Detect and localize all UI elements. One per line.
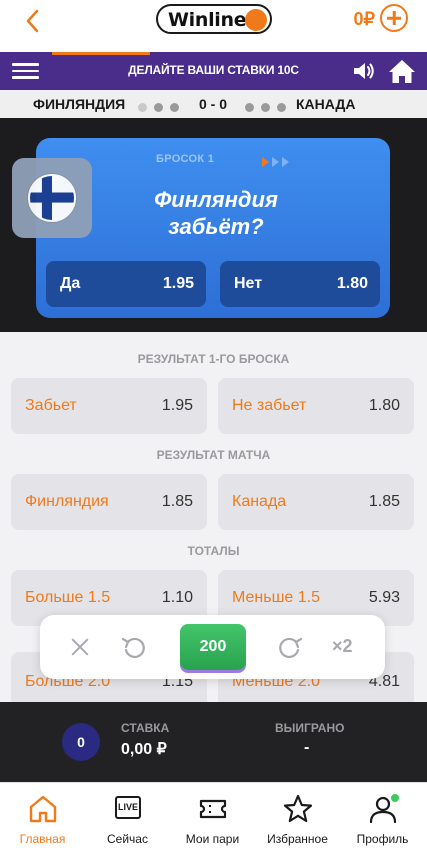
home-icon (29, 795, 57, 823)
section-title-match-result: РЕЗУЛЬТАТ МАТЧА (156, 448, 271, 462)
logo-dot (245, 9, 267, 31)
winline-logo: Winline (156, 4, 272, 34)
market-odd: 1.80 (368, 397, 400, 414)
tab-favorites[interactable]: Избранное (255, 783, 340, 848)
shots-indicator-right (245, 99, 293, 117)
bet-yes-button[interactable]: Да 1.95 (46, 261, 206, 307)
scoreboard: ФИНЛЯНДИЯ 0 - 0 КАНАДА (0, 90, 427, 118)
team-flag-box (12, 158, 92, 238)
star-icon (283, 794, 313, 823)
deposit-plus-button[interactable] (380, 4, 408, 32)
market-odd: 5.93 (368, 589, 400, 606)
bottom-tab-bar: Главная LIVE Сейчас Мои пари Избранное П… (0, 782, 427, 848)
bet-no-button[interactable]: Нет 1.80 (220, 261, 380, 307)
tab-label: Главная (19, 832, 66, 846)
finland-flag-icon (28, 174, 76, 222)
double-stake-button[interactable]: ×2 (332, 636, 353, 657)
team-right-name: КАНАДА (296, 96, 356, 112)
live-badge: LIVE (115, 796, 141, 819)
market-odd: 1.85 (161, 493, 193, 510)
clear-icon[interactable] (70, 637, 90, 657)
market-odd: 1.10 (161, 589, 193, 606)
undo-icon[interactable] (120, 633, 148, 661)
market-name: Меньше 1.5 (232, 589, 320, 606)
stake-control-panel: 200 ×2 (40, 615, 385, 679)
shot-label: БРОСОК 1 (156, 153, 215, 165)
shot-progress-arrows (262, 154, 292, 172)
promo-strip: ДЕЛАЙТЕ ВАШИ СТАВКИ 10С (0, 52, 427, 90)
top-bar: Winline 0₽ (0, 0, 427, 52)
tab-live[interactable]: LIVE Сейчас (85, 783, 170, 848)
redo-icon[interactable] (276, 633, 304, 661)
bet-no-label: Нет (234, 275, 263, 292)
progress-accent (52, 52, 150, 55)
market-name: Забьет (25, 397, 77, 414)
market-result-canada[interactable]: Канада 1.85 (218, 474, 414, 530)
won-label: ВЫИГРАНО (275, 721, 345, 735)
bet-count-badge: 0 (62, 723, 100, 761)
stake-info-bar: 0 СТАВКА 0,00 ₽ ВЫИГРАНО - (0, 702, 427, 782)
tab-profile[interactable]: Профиль (340, 783, 425, 848)
live-icon: LIVE (112, 793, 144, 825)
app-screen: Winline 0₽ ДЕЛАЙТЕ ВАШИ СТАВКИ 10С ФИНЛЯ… (0, 0, 427, 848)
tab-label: Профиль (356, 832, 409, 846)
stake-value: 0,00 ₽ (121, 741, 167, 758)
market-first-shot-no-score[interactable]: Не забьет 1.80 (218, 378, 414, 434)
market-result-finland[interactable]: Финляндия 1.85 (11, 474, 207, 530)
stake-chip-value: 200 (199, 638, 227, 655)
balance[interactable]: 0₽ (354, 9, 375, 30)
won-value: - (304, 739, 310, 756)
market-name: Больше 1.5 (25, 589, 111, 606)
tab-my-bets[interactable]: Мои пари (170, 783, 255, 848)
shot-question: Финляндия забьёт? (154, 187, 278, 239)
tab-home[interactable]: Главная (0, 783, 85, 848)
home-icon[interactable] (388, 57, 416, 85)
bet-yes-odd: 1.95 (162, 275, 194, 292)
team-left-name: ФИНЛЯНДИЯ (33, 96, 126, 112)
tab-label: Избранное (267, 832, 328, 846)
ticket-icon (199, 799, 227, 819)
game-area: БРОСОК 1 Финляндия забьёт? Да 1.95 Нет 1… (0, 118, 427, 332)
section-title-first-shot: РЕЗУЛЬТАТ 1-ГО БРОСКА (137, 352, 290, 366)
stake-label: СТАВКА (121, 721, 170, 735)
tab-label: Сейчас (107, 832, 148, 846)
shots-indicator-left (138, 99, 186, 117)
match-score: 0 - 0 (198, 96, 227, 112)
section-title-totals: ТОТАЛЫ (187, 544, 240, 558)
market-odd: 1.95 (161, 397, 193, 414)
market-name: Финляндия (25, 493, 109, 510)
sound-icon[interactable] (352, 60, 376, 82)
market-name: Не забьет (232, 397, 307, 414)
stake-chip[interactable]: 200 (180, 624, 246, 670)
market-name: Канада (232, 493, 287, 510)
profile-icon (369, 794, 399, 824)
logo-text: Winline (168, 9, 247, 31)
market-first-shot-score[interactable]: Забьет 1.95 (11, 378, 207, 434)
bet-no-odd: 1.80 (336, 275, 368, 292)
back-arrow-icon[interactable] (18, 6, 48, 36)
bet-yes-label: Да (60, 275, 81, 292)
market-odd: 1.85 (368, 493, 400, 510)
tab-label: Мои пари (185, 832, 240, 846)
